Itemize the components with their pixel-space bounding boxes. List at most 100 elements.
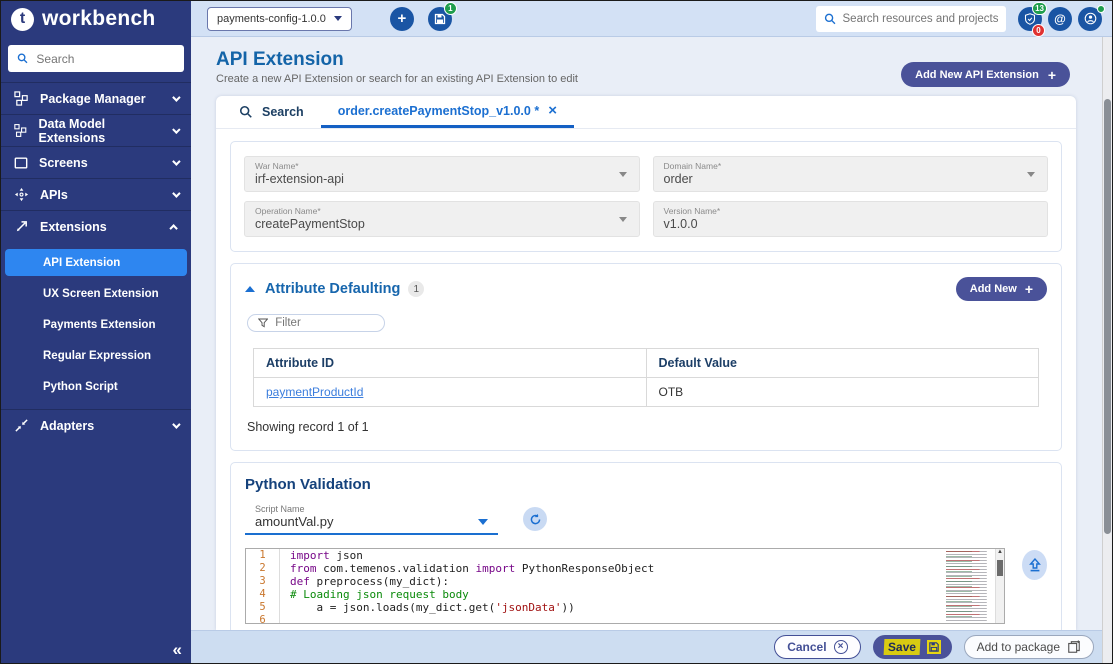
table-header-row: Attribute ID Default Value — [253, 348, 1039, 378]
package-button[interactable]: 1 — [427, 1, 457, 31]
collapse-triangle-icon[interactable] — [245, 286, 255, 292]
code-line: 5 a = json.loads(my_dict.get('jsonData')… — [246, 601, 1004, 614]
save-floppy-icon — [926, 640, 941, 654]
hierarchy-icon — [14, 91, 28, 106]
shield-icon — [1024, 12, 1036, 25]
chevron-down-icon — [618, 217, 627, 222]
support-button[interactable]: @ — [1048, 6, 1072, 31]
refresh-script-button[interactable] — [523, 507, 547, 531]
chevron-down-icon — [172, 188, 181, 198]
sidebar-item-apis[interactable]: APIs — [1, 178, 191, 210]
editor-scroll-thumb[interactable] — [997, 560, 1003, 576]
chevron-up-icon — [169, 223, 178, 233]
page-scrollbar[interactable] — [1102, 37, 1112, 663]
footer-action-bar: Cancel × Save Add to package — [191, 630, 1112, 663]
record-count-text: Showing record 1 of 1 — [247, 420, 369, 434]
operation-name-select[interactable]: Operation Name* createPaymentStop — [244, 201, 640, 237]
code-line: 6 — [246, 614, 1004, 623]
sidebar-item-adapters[interactable]: Adapters — [1, 409, 191, 441]
add-project-button[interactable]: + — [389, 6, 414, 31]
sidebar-item-python-script[interactable]: Python Script — [5, 374, 187, 400]
sidebar-item-data-model-extensions[interactable]: Data Model Extensions — [1, 114, 191, 146]
refresh-icon — [530, 513, 540, 524]
add-to-package-button[interactable]: Add to package — [963, 635, 1094, 659]
code-line: 3 def preprocess(my_dict): — [246, 575, 1004, 588]
code-editor[interactable]: 1 import json 2 from com.temenos.validation… — [245, 548, 1005, 624]
sidebar-item-screens[interactable]: Screens — [1, 146, 191, 178]
code-minimap — [946, 551, 994, 621]
domain-name-select[interactable]: Domain Name* order — [652, 156, 1048, 192]
search-icon — [239, 105, 252, 118]
sidebar-item-regular-expression[interactable]: Regular Expression — [5, 343, 187, 369]
page-title: API Extension — [216, 49, 344, 70]
global-search-input[interactable] — [842, 12, 998, 25]
save-button[interactable]: Save — [872, 635, 952, 659]
column-header-attribute-id[interactable]: Attribute ID — [253, 348, 647, 378]
code-line: 4 # Loading json request body — [246, 588, 1004, 601]
attribute-table: Attribute ID Default Value paymentProduc… — [253, 348, 1039, 407]
sidebar-item-payments-extension[interactable]: Payments Extension — [5, 312, 187, 338]
panel-scroll-area[interactable]: War Name* irf-extension-api Domain Name*… — [216, 129, 1076, 630]
attribute-id-link[interactable]: paymentProductId — [266, 385, 363, 399]
sidebar-item-extensions[interactable]: Extensions — [1, 210, 191, 242]
chevron-down-icon — [333, 16, 342, 21]
upload-script-button[interactable] — [1022, 550, 1047, 580]
python-validation-card: Python Validation Script Name amountVal.… — [230, 462, 1062, 630]
chevron-down-icon — [172, 419, 181, 429]
sidebar-item-package-manager[interactable]: Package Manager — [1, 82, 191, 114]
sidebar-search[interactable] — [8, 45, 184, 72]
online-status-dot — [1097, 4, 1105, 13]
plus-icon: + — [1024, 281, 1033, 297]
add-new-attribute-button[interactable]: Add New + — [955, 277, 1047, 301]
profile-icon — [1084, 12, 1096, 25]
code-line: 1 import json — [246, 549, 1004, 562]
section-title: Attribute Defaulting — [265, 281, 401, 297]
main-area: API Extension Create a new API Extension… — [191, 37, 1112, 630]
tab-search[interactable]: Search — [222, 96, 321, 128]
plus-icon: + — [397, 10, 407, 27]
screen-icon — [14, 156, 28, 169]
cancel-button[interactable]: Cancel × — [774, 635, 861, 659]
sidebar-item-api-extension[interactable]: API Extension — [5, 249, 187, 276]
chevron-down-icon — [478, 519, 488, 525]
plus-icon: + — [1047, 66, 1056, 83]
sidebar-item-ux-screen-extension[interactable]: UX Screen Extension — [5, 281, 187, 307]
chevron-down-icon — [1027, 172, 1035, 177]
default-value-cell: OTB — [645, 377, 1039, 407]
logo-area: t workbench — [1, 1, 191, 37]
api-diamond-icon — [14, 187, 29, 202]
add-new-api-extension-button[interactable]: Add New API Extension + — [901, 62, 1070, 87]
filter-input[interactable] — [275, 317, 374, 329]
save-package-icon — [434, 13, 445, 24]
top-bar-right: payments-config-1.0.0 + 1 13 0 — [191, 1, 1112, 37]
scroll-up-arrow-icon[interactable]: ▲ — [997, 549, 1003, 555]
profile-button[interactable] — [1078, 4, 1105, 31]
sidebar-search-input[interactable] — [36, 51, 175, 66]
search-icon — [17, 53, 28, 64]
global-search[interactable] — [816, 5, 1006, 32]
close-icon[interactable]: × — [548, 103, 557, 118]
section-title: Python Validation — [245, 476, 371, 493]
script-name-select[interactable]: Script Name amountVal.py — [245, 502, 498, 535]
page-scroll-thumb[interactable] — [1104, 99, 1111, 534]
chevron-down-icon — [172, 92, 181, 102]
filter-input-pill[interactable] — [247, 314, 385, 332]
editor-scrollbar[interactable]: ▲ — [995, 549, 1004, 623]
column-header-default-value[interactable]: Default Value — [645, 348, 1039, 378]
tab-order-createpaymentstop[interactable]: order.createPaymentStop_v1.0.0 * × — [320, 96, 574, 128]
war-name-select[interactable]: War Name* irf-extension-api — [244, 156, 640, 192]
project-selector[interactable]: payments-config-1.0.0 — [207, 6, 352, 31]
code-line: 2 from com.temenos.validation import Pyth… — [246, 562, 1004, 575]
content-panel: Search order.createPaymentStop_v1.0.0 * … — [216, 96, 1076, 630]
notifications-button[interactable]: 13 0 — [1018, 1, 1047, 37]
collapse-arrows-icon — [15, 419, 28, 432]
app-title: workbench — [42, 7, 156, 30]
sidebar-collapse-button[interactable]: « — [173, 640, 182, 660]
upload-icon — [1028, 557, 1041, 572]
hierarchy-icon — [14, 124, 27, 137]
at-icon: @ — [1054, 11, 1066, 26]
main-column: API Extension Create a new API Extension… — [191, 37, 1112, 663]
package-count-badge: 1 — [443, 1, 457, 15]
version-name-field[interactable]: Version Name* v1.0.0 — [652, 201, 1048, 237]
add-to-package-icon — [1068, 640, 1080, 653]
